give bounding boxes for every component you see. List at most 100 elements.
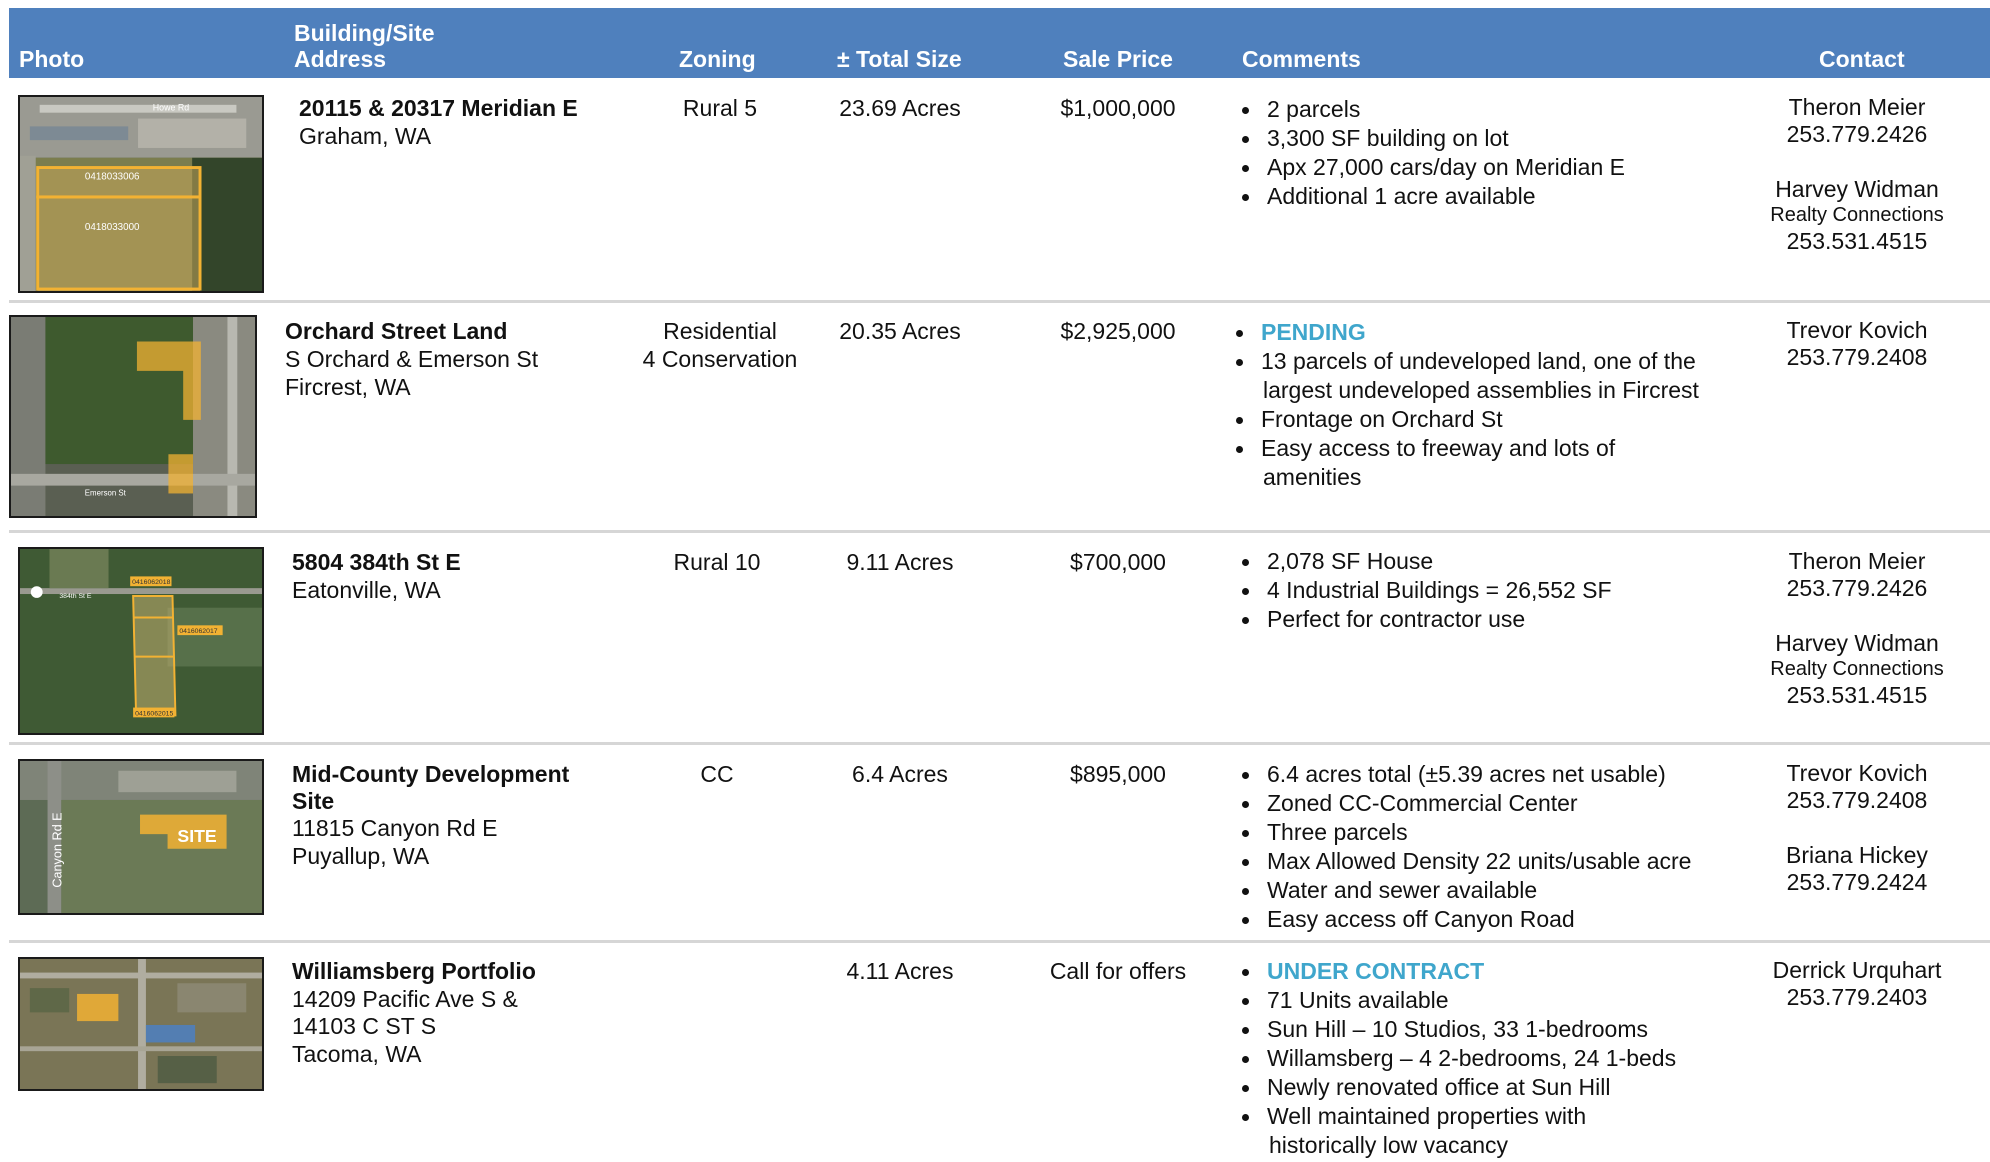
- comment-item: Easy access off Canyon Road: [1237, 905, 1757, 934]
- contact-org: Realty Connections: [1770, 658, 1944, 680]
- comment-item: 4 Industrial Buildings = 26,552 SF: [1237, 576, 1757, 605]
- contact-phone: 253.779.2426: [1786, 575, 1928, 601]
- photo-label: 0416062017: [179, 628, 217, 635]
- contact-phone: 253.531.4515: [1786, 228, 1928, 254]
- property-zoning: Rural 5: [682, 95, 758, 121]
- property-address: Graham, WA: [299, 123, 432, 149]
- property-size: 6.4 Acres: [852, 761, 948, 787]
- comment-item: Sun Hill – 10 Studios, 33 1-bedrooms: [1237, 1015, 1757, 1044]
- contact-phone: 253.779.2426: [1786, 121, 1928, 147]
- contact-name: Briana Hickey: [1786, 842, 1928, 868]
- comment-item: Frontage on Orchard St: [1231, 405, 1751, 434]
- comment-item-continued: historically low vacancy: [1269, 1132, 1509, 1158]
- contact-block: Trevor Kovich 253.779.2408 Briana Hickey…: [1737, 760, 1977, 896]
- photo-label: SITE: [177, 826, 217, 846]
- header-address-line1: Building/Site: [294, 20, 435, 46]
- comment-item: Additional 1 acre available: [1237, 182, 1757, 211]
- header-photo: Photo: [19, 46, 85, 72]
- comment-item: 13 parcels of undeveloped land, one of t…: [1231, 347, 1751, 376]
- property-photo: SITE Canyon Rd E: [18, 759, 264, 915]
- contact-org: Realty Connections: [1770, 204, 1944, 226]
- comment-item: Water and sewer available: [1237, 876, 1757, 905]
- comments-list: 6.4 acres total (±5.39 acres net usable)…: [1237, 760, 1757, 934]
- comment-item: Willamsberg – 4 2-bedrooms, 24 1-beds: [1237, 1044, 1757, 1073]
- table-header: Photo Building/Site Address Zoning ± Tot…: [9, 8, 1990, 78]
- property-photo: Emerson St: [9, 315, 257, 518]
- listings-sheet: Photo Building/Site Address Zoning ± Tot…: [0, 0, 1990, 1162]
- photo-label: Emerson St: [85, 488, 127, 497]
- comment-item: Newly renovated office at Sun Hill: [1237, 1073, 1757, 1102]
- property-price: $700,000: [1070, 549, 1166, 575]
- contact-phone: 253.779.2424: [1786, 869, 1928, 895]
- contact-name: Trevor Kovich: [1786, 760, 1928, 786]
- contact-block: Theron Meier 253.779.2426 Harvey Widman …: [1737, 94, 1977, 255]
- property-city: Fircrest, WA: [285, 374, 411, 400]
- comment-item: 3,300 SF building on lot: [1237, 124, 1757, 153]
- property-zoning: Rural 10: [673, 549, 761, 575]
- property-zoning-2: 4 Conservation: [642, 346, 798, 372]
- property-size: 23.69 Acres: [839, 95, 961, 121]
- property-photo: 0416062018 384th St E 0416062017 0416062…: [18, 547, 264, 735]
- photo-label: Canyon Rd E: [49, 812, 64, 887]
- property-zoning: Residential: [663, 318, 777, 344]
- comment-item: 6.4 acres total (±5.39 acres net usable): [1237, 760, 1757, 789]
- property-city: Tacoma, WA: [292, 1041, 422, 1067]
- photo-label: 0416062018: [132, 579, 170, 586]
- header-zoning: Zoning: [679, 46, 756, 72]
- comment-item: Three parcels: [1237, 818, 1757, 847]
- comments-list: PENDING 13 parcels of undeveloped land, …: [1231, 318, 1751, 492]
- header-comments: Comments: [1242, 46, 1361, 72]
- property-name-2: Site: [292, 788, 335, 814]
- property-address-2: 14103 C ST S: [292, 1013, 437, 1039]
- property-city: Puyallup, WA: [292, 843, 430, 869]
- comments-list: UNDER CONTRACT 71 Units available Sun Hi…: [1237, 957, 1757, 1160]
- property-name: 20115 & 20317 Meridian E: [299, 95, 578, 121]
- comments-list: 2 parcels 3,300 SF building on lot Apx 2…: [1237, 95, 1757, 211]
- header-sale-price: Sale Price: [1063, 46, 1173, 72]
- contact-name: Harvey Widman: [1775, 176, 1939, 202]
- row-divider: [9, 300, 1990, 303]
- property-address: Eatonville, WA: [292, 577, 441, 603]
- property-name: 5804 384th St E: [292, 549, 461, 575]
- photo-label: Howe Rd: [153, 103, 189, 113]
- property-size: 4.11 Acres: [846, 958, 954, 984]
- photo-label: 0416062015: [135, 710, 173, 717]
- property-price: Call for offers: [1049, 958, 1187, 984]
- comment-item-continued: largest undeveloped assemblies in Fircre…: [1263, 377, 1699, 403]
- comment-item: Max Allowed Density 22 units/usable acre: [1237, 847, 1757, 876]
- status-badge: UNDER CONTRACT: [1237, 957, 1757, 986]
- property-size: 9.11 Acres: [846, 549, 954, 575]
- property-name: Mid-County Development: [292, 761, 570, 787]
- comment-item: 2,078 SF House: [1237, 547, 1757, 576]
- property-address: 14209 Pacific Ave S &: [292, 986, 518, 1012]
- comments-list: 2,078 SF House 4 Industrial Buildings = …: [1237, 547, 1757, 634]
- property-address: 11815 Canyon Rd E: [292, 815, 498, 841]
- property-photo: Howe Rd 0418033006 0418033000: [18, 95, 264, 293]
- property-name: Williamsberg Portfolio: [292, 958, 536, 984]
- photo-label: 0418033000: [85, 222, 140, 233]
- contact-phone: 253.779.2408: [1786, 787, 1928, 813]
- property-size: 20.35 Acres: [839, 318, 961, 344]
- comment-item: 71 Units available: [1237, 986, 1757, 1015]
- comment-item: Apx 27,000 cars/day on Meridian E: [1237, 153, 1757, 182]
- contact-name: Theron Meier: [1788, 94, 1926, 120]
- contact-phone: 253.779.2403: [1786, 984, 1928, 1010]
- contact-name: Trevor Kovich: [1786, 317, 1928, 343]
- property-address: S Orchard & Emerson St: [285, 346, 539, 372]
- property-name: Orchard Street Land: [285, 318, 508, 344]
- contact-block: Derrick Urquhart 253.779.2403: [1737, 957, 1977, 1011]
- property-price: $1,000,000: [1060, 95, 1176, 121]
- header-contact: Contact: [1819, 46, 1905, 72]
- comment-item: Well maintained properties with: [1237, 1102, 1757, 1131]
- contact-phone: 253.779.2408: [1786, 344, 1928, 370]
- photo-label: 384th St E: [59, 593, 92, 600]
- row-divider: [9, 940, 1990, 943]
- contact-block: Theron Meier 253.779.2426 Harvey Widman …: [1737, 548, 1977, 709]
- header-total-size: ± Total Size: [837, 46, 962, 72]
- property-price: $2,925,000: [1060, 318, 1176, 344]
- contact-name: Harvey Widman: [1775, 630, 1939, 656]
- comment-item: Perfect for contractor use: [1237, 605, 1757, 634]
- contact-block: Trevor Kovich 253.779.2408: [1737, 317, 1977, 371]
- contact-phone: 253.531.4515: [1786, 682, 1928, 708]
- property-price: $895,000: [1070, 761, 1166, 787]
